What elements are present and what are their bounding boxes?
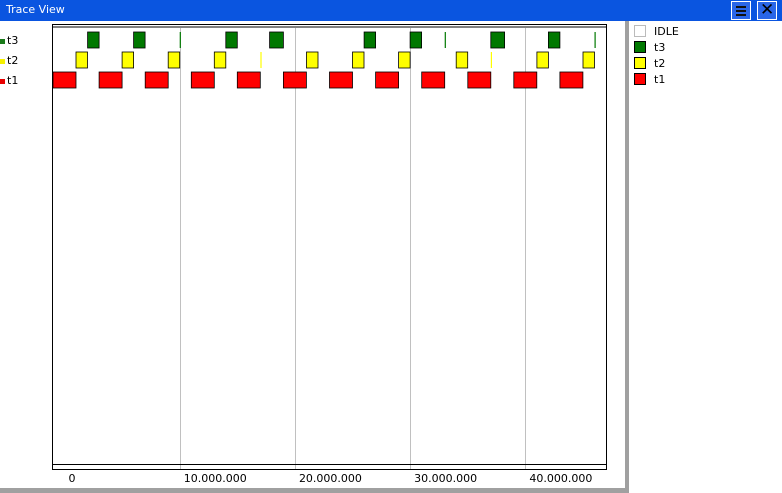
trace-bar-t2-4[interactable]: [260, 52, 262, 68]
trace-bar-t2-11[interactable]: [582, 51, 595, 69]
trace-bar-t3-5[interactable]: [363, 31, 377, 49]
x-tick-label: 10.000.000: [183, 472, 247, 485]
trace-bar-t1-4[interactable]: [236, 71, 261, 89]
task-label-t1: t1: [0, 74, 18, 88]
trace-bar-t2-8[interactable]: [455, 51, 469, 69]
legend-swatch-icon: [634, 57, 646, 69]
horizontal-scrollbar[interactable]: [0, 488, 626, 493]
trace-bar-t2-1[interactable]: [121, 51, 134, 69]
legend-label: IDLE: [654, 25, 679, 38]
trace-bar-t1-1[interactable]: [98, 71, 123, 89]
task-name: t2: [7, 54, 19, 67]
legend-swatch-icon: [634, 25, 646, 37]
task-label-t3: t3: [0, 34, 18, 48]
trace-bar-t1-7[interactable]: [375, 71, 400, 89]
trace-bar-t1-10[interactable]: [513, 71, 538, 89]
trace-plot[interactable]: [52, 24, 607, 470]
task-label-t2: t2: [0, 54, 18, 68]
x-tick-label: 30.000.000: [414, 472, 478, 485]
trace-bar-t3-2[interactable]: [179, 32, 181, 48]
task-labels: t3 t2 t1: [0, 21, 52, 469]
trace-bar-t3-10[interactable]: [594, 32, 596, 48]
legend-panel: IDLE t3 t2 t1: [629, 21, 782, 493]
view-menu-button[interactable]: [731, 1, 751, 20]
task-name: t1: [7, 74, 19, 87]
trace-bar-t3-3[interactable]: [225, 31, 238, 49]
legend-label: t3: [654, 41, 666, 54]
x-tick-label: 0: [68, 472, 76, 485]
legend-label: t2: [654, 57, 666, 70]
trace-chart[interactable]: [53, 25, 606, 469]
trace-bar-t2-0[interactable]: [75, 51, 88, 69]
trace-bar-t1-6[interactable]: [329, 71, 353, 89]
task-color-icon: [0, 58, 5, 64]
trace-bar-t2-6[interactable]: [352, 51, 365, 69]
trace-bar-t3-7[interactable]: [444, 32, 446, 48]
close-button[interactable]: ✕: [757, 0, 777, 20]
trace-bar-t1-11[interactable]: [559, 71, 584, 89]
trace-bar-t3-4[interactable]: [269, 31, 284, 49]
legend-label: t1: [654, 73, 666, 86]
task-color-icon: [0, 78, 5, 84]
trace-bar-t1-3[interactable]: [190, 71, 215, 89]
trace-bar-t3-0[interactable]: [87, 31, 100, 49]
x-tick-label: 20.000.000: [298, 472, 362, 485]
trace-bar-t3-9[interactable]: [547, 31, 561, 49]
close-icon: ✕: [760, 0, 775, 20]
trace-bar-t2-10[interactable]: [536, 51, 549, 69]
trace-bar-t2-9[interactable]: [490, 52, 492, 68]
legend-swatch-icon: [634, 73, 646, 85]
trace-bar-t2-5[interactable]: [306, 51, 319, 69]
trace-view-window: Trace View ✕ t3 t2 t1 0 10.000.000 20.000.00…: [0, 0, 782, 493]
trace-bar-t2-2[interactable]: [167, 51, 181, 69]
trace-bar-t2-7[interactable]: [398, 51, 411, 69]
trace-bar-t1-9[interactable]: [467, 71, 492, 89]
legend-swatch-icon: [634, 41, 646, 53]
trace-bar-t3-6[interactable]: [409, 31, 423, 49]
trace-bar-t1-8[interactable]: [421, 71, 446, 89]
x-axis: 0 10.000.000 20.000.000 30.000.000 40.000.00…: [52, 468, 607, 488]
trace-bar-t1-2[interactable]: [144, 71, 169, 89]
x-tick-label: 40.000.000: [529, 472, 593, 485]
trace-bar-t1-5[interactable]: [282, 71, 307, 89]
task-color-icon: [0, 38, 5, 44]
trace-bar-t2-3[interactable]: [213, 51, 227, 69]
trace-bar-t3-8[interactable]: [490, 31, 505, 49]
title-bar: Trace View ✕: [0, 0, 782, 21]
trace-bar-t1-0[interactable]: [53, 71, 77, 89]
window-title: Trace View: [6, 3, 65, 16]
trace-bar-t3-1[interactable]: [133, 31, 146, 49]
task-name: t3: [7, 34, 19, 47]
